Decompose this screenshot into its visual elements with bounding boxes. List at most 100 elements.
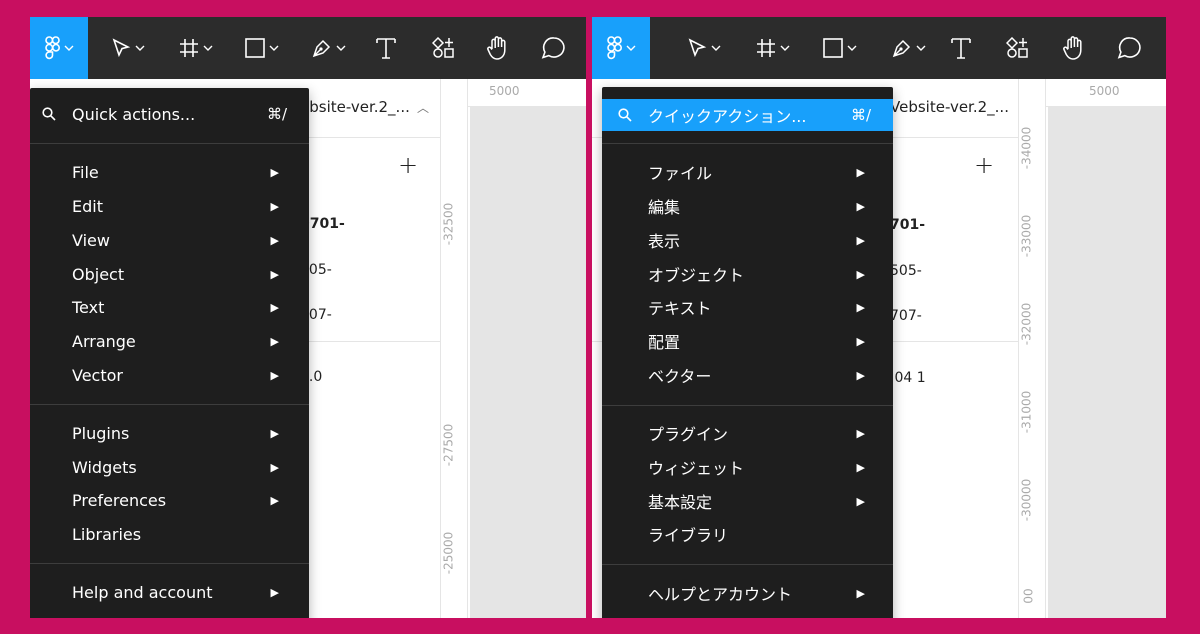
move-tool-button[interactable] <box>102 17 152 79</box>
submenu-arrow-icon: ▶ <box>856 199 865 213</box>
canvas[interactable] <box>470 107 586 618</box>
chevron-up-icon[interactable]: ︿ <box>417 99 429 116</box>
menu-item-view[interactable]: View ▶ <box>30 224 309 256</box>
layer-row[interactable]: 707- <box>890 308 922 324</box>
pen-tool-button[interactable] <box>882 17 934 79</box>
menu-item-arrange[interactable]: Arrange ▶ <box>30 325 309 357</box>
menu-item-label: Edit <box>72 196 103 216</box>
comment-icon <box>1117 37 1141 59</box>
menu-item-preferences[interactable]: Preferences ▶ <box>30 484 309 516</box>
menu-item-label: View <box>72 230 110 250</box>
menu-item-vector[interactable]: Vector ▶ <box>30 359 309 391</box>
main-menu-button[interactable] <box>592 17 650 79</box>
quick-actions-item[interactable]: Quick actions... ⌘/ <box>30 98 309 130</box>
file-title[interactable]: ebsite-ver.2_... <box>300 98 410 116</box>
chevron-down-icon <box>269 45 278 51</box>
menu-divider <box>602 143 893 144</box>
menu-item-edit[interactable]: 編集 ▶ <box>602 190 893 222</box>
submenu-arrow-icon: ▶ <box>856 233 865 247</box>
menu-item-text[interactable]: Text ▶ <box>30 291 309 323</box>
quick-actions-label: クイックアクション... <box>648 107 807 126</box>
move-tool-button[interactable] <box>678 17 728 79</box>
components-tool-button[interactable] <box>424 17 464 79</box>
menu-item-preferences[interactable]: 基本設定 ▶ <box>602 485 893 517</box>
figma-logo-icon <box>44 36 60 60</box>
menu-item-text[interactable]: テキスト ▶ <box>602 291 893 323</box>
layer-row[interactable]: .04 1 <box>890 370 926 386</box>
menu-item-libraries[interactable]: ライブラリ <box>602 518 893 550</box>
menu-item-label: Vector <box>72 365 123 385</box>
comment-tool-button[interactable] <box>534 17 574 79</box>
comment-tool-button[interactable] <box>1110 17 1150 79</box>
menu-item-plugins[interactable]: Plugins ▶ <box>30 417 309 449</box>
vertical-ruler: -34000 -33000 -32000 -31000 -30000 00 <box>1018 79 1046 618</box>
menu-item-label: Preferences <box>72 490 167 510</box>
menu-item-file[interactable]: File ▶ <box>30 156 309 188</box>
menu-item-object[interactable]: オブジェクト ▶ <box>602 258 893 290</box>
main-menu: Quick actions... ⌘/ File ▶ Edit ▶ View ▶ Ob… <box>30 88 309 618</box>
menu-item-view[interactable]: 表示 ▶ <box>602 224 893 256</box>
submenu-arrow-icon: ▶ <box>856 368 865 382</box>
figma-logo-icon <box>606 36 622 60</box>
pen-tool-button[interactable] <box>302 17 354 79</box>
submenu-arrow-icon: ▶ <box>856 300 865 314</box>
file-title[interactable]: Vebsite-ver.2_... <box>890 98 1009 116</box>
menu-item-file[interactable]: ファイル ▶ <box>602 156 893 188</box>
ruler-tick: -32000 <box>1019 302 1034 346</box>
frame-tool-button[interactable] <box>747 17 797 79</box>
submenu-arrow-icon: ▶ <box>270 460 279 474</box>
chevron-down-icon <box>135 45 144 51</box>
shape-tool-button[interactable] <box>814 17 864 79</box>
quick-actions-item[interactable]: クイックアクション... ⌘/ <box>602 99 893 131</box>
pen-icon <box>312 39 330 58</box>
move-pointer-icon <box>688 38 706 58</box>
components-tool-button[interactable] <box>998 17 1038 79</box>
menu-item-help-and-account[interactable]: ヘルプとアカウント ▶ <box>602 577 893 609</box>
add-page-button[interactable]: + <box>398 151 418 179</box>
submenu-arrow-icon: ▶ <box>270 233 279 247</box>
layer-row[interactable]: 505- <box>890 263 922 279</box>
menu-item-arrange[interactable]: 配置 ▶ <box>602 325 893 357</box>
search-icon <box>618 108 632 122</box>
canvas[interactable] <box>1048 107 1166 618</box>
vertical-ruler: -32500 -27500 -25000 <box>440 79 468 618</box>
submenu-arrow-icon: ▶ <box>270 585 279 599</box>
menu-item-widgets[interactable]: ウィジェット ▶ <box>602 451 893 483</box>
layer-row[interactable]: 701- <box>890 217 925 233</box>
menu-item-label: Arrange <box>72 331 136 351</box>
frame-icon <box>179 39 198 57</box>
rectangle-icon <box>244 38 265 58</box>
text-tool-button[interactable] <box>368 17 404 79</box>
components-icon <box>1006 37 1028 58</box>
menu-item-label: 編集 <box>648 198 681 217</box>
shape-tool-button[interactable] <box>236 17 286 79</box>
frame-tool-button[interactable] <box>170 17 220 79</box>
ruler-tick: -32500 <box>441 202 456 246</box>
submenu-arrow-icon: ▶ <box>856 460 865 474</box>
menu-item-plugins[interactable]: プラグイン ▶ <box>602 417 893 449</box>
ruler-tick: -25000 <box>441 531 456 575</box>
text-icon <box>951 38 971 59</box>
menu-item-object[interactable]: Object ▶ <box>30 258 309 290</box>
add-page-button[interactable]: + <box>974 151 994 179</box>
shortcut-label: ⌘/ <box>266 105 287 123</box>
menu-item-vector[interactable]: ベクター ▶ <box>602 359 893 391</box>
menu-item-help-and-account[interactable]: Help and account ▶ <box>30 576 309 608</box>
menu-item-libraries[interactable]: Libraries <box>30 518 309 550</box>
move-pointer-icon <box>112 38 130 58</box>
menu-item-widgets[interactable]: Widgets ▶ <box>30 451 309 483</box>
menu-item-label: ウィジェット <box>648 459 745 478</box>
ruler-tick: 00 <box>1021 588 1036 604</box>
hand-tool-button[interactable] <box>1054 17 1094 79</box>
chevron-down-icon <box>711 45 720 51</box>
hand-tool-button[interactable] <box>478 17 518 79</box>
menu-item-edit[interactable]: Edit ▶ <box>30 190 309 222</box>
menu-item-label: テキスト <box>648 299 712 318</box>
frame-icon <box>756 39 775 57</box>
submenu-arrow-icon: ▶ <box>856 334 865 348</box>
rectangle-icon <box>822 38 843 58</box>
menu-item-label: Object <box>72 264 125 284</box>
main-menu-button[interactable] <box>30 17 88 79</box>
text-tool-button[interactable] <box>943 17 979 79</box>
search-icon <box>42 107 56 121</box>
